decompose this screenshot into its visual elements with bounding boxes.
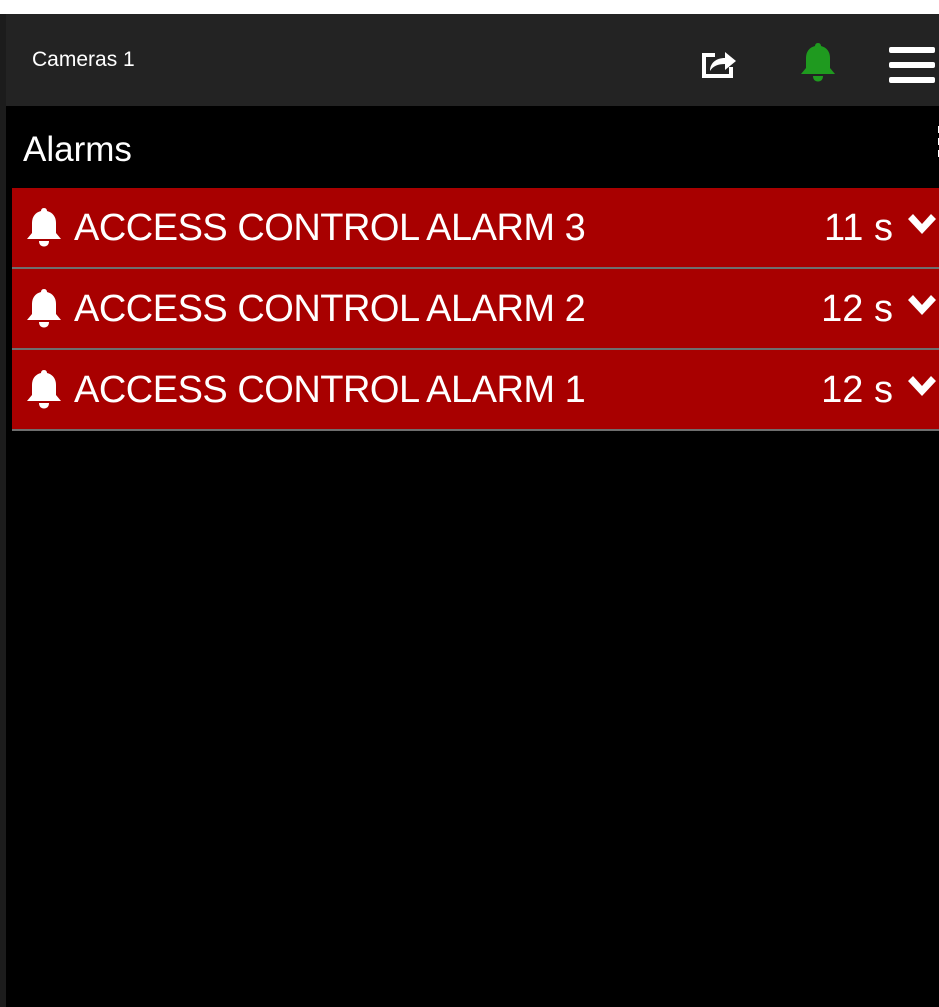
more-options-icon [938, 126, 939, 157]
alarms-panel-header: Alarms [6, 106, 939, 186]
hamburger-menu-icon [889, 47, 935, 83]
chevron-down-icon[interactable] [905, 213, 939, 241]
bell-icon [801, 43, 835, 82]
notifications-button[interactable] [794, 38, 842, 86]
alarm-bell-icon [27, 370, 61, 409]
panel-title: Alarms [23, 130, 132, 169]
share-icon [702, 52, 736, 78]
alarm-row[interactable]: ACCESS CONTROL ALARM 2 12 s [12, 269, 939, 350]
alarm-label: ACCESS CONTROL ALARM 1 [74, 369, 586, 411]
alarm-elapsed-time: 12 s [821, 369, 893, 411]
alarm-elapsed-time: 12 s [821, 288, 893, 330]
alarm-row[interactable]: ACCESS CONTROL ALARM 3 11 s [12, 188, 939, 269]
alarm-list: ACCESS CONTROL ALARM 3 11 s ACCESS CONTR… [12, 188, 939, 431]
main-menu-button[interactable] [882, 40, 939, 90]
camera-group-title: Cameras 1 [32, 48, 135, 71]
alarm-row[interactable]: ACCESS CONTROL ALARM 1 12 s [12, 350, 939, 431]
app-window: Cameras 1 Alarms ACCESS CONTROL ALARM 3 … [0, 0, 939, 1007]
alarm-label: ACCESS CONTROL ALARM 3 [74, 207, 586, 249]
alarm-bell-icon [27, 289, 61, 328]
alarm-bell-icon [27, 208, 61, 247]
chevron-down-icon[interactable] [905, 294, 939, 322]
share-button[interactable] [694, 42, 742, 82]
window-top-strip [0, 0, 939, 14]
alarm-label: ACCESS CONTROL ALARM 2 [74, 288, 586, 330]
alarm-elapsed-time: 11 s [823, 207, 893, 249]
chevron-down-icon[interactable] [905, 375, 939, 403]
top-header-bar: Cameras 1 [6, 14, 939, 106]
panel-options-button[interactable] [928, 124, 939, 164]
